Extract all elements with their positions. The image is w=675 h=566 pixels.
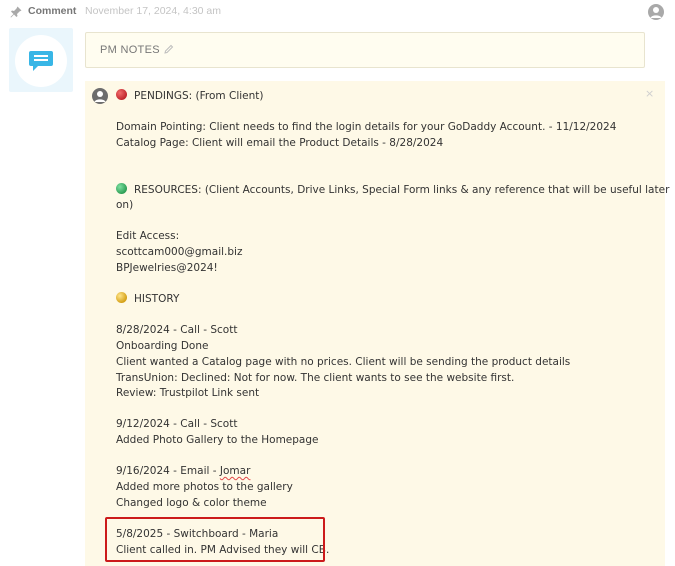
history-entry-line: Added more photos to the gallery xyxy=(116,481,293,493)
comment-header: Comment November 17, 2024, 4:30 am xyxy=(0,0,675,24)
history-entry-title: 8/28/2024 - Call - Scott xyxy=(116,324,238,336)
history-entry-line: Client wanted a Catalog page with no pri… xyxy=(116,356,571,368)
resources-heading: RESOURCES: (Client Accounts, Drive Links… xyxy=(116,183,669,196)
highlight-box xyxy=(105,517,325,562)
green-circle-icon xyxy=(116,183,127,194)
comment-date: November 17, 2024, 4:30 am xyxy=(85,5,221,17)
chat-bubble-icon xyxy=(29,51,53,71)
red-circle-icon xyxy=(116,89,127,100)
edit-access-email: scottcam000@gmail.biz xyxy=(116,246,243,258)
edit-access-password: BPJewelries@2024! xyxy=(116,262,218,274)
close-icon[interactable]: × xyxy=(645,87,654,100)
history-heading: HISTORY xyxy=(116,292,179,305)
comment-avatar xyxy=(9,28,73,92)
avatar-circle xyxy=(15,35,67,87)
note-body: × PENDINGS: (From Client) Domain Pointin… xyxy=(85,81,669,566)
history-entry-line: Review: Trustpilot Link sent xyxy=(116,387,260,399)
pencil-icon[interactable] xyxy=(164,44,174,54)
spellcheck-word: Jomar xyxy=(219,465,251,477)
history-entry-line: Changed logo & color theme xyxy=(116,497,267,509)
history-entry-title: 9/16/2024 - Email - Jomar xyxy=(116,465,251,477)
pending-item: Domain Pointing: Client needs to find th… xyxy=(116,121,617,133)
pendings-heading: PENDINGS: (From Client) xyxy=(116,89,263,102)
pin-icon[interactable] xyxy=(9,5,23,19)
yellow-circle-icon xyxy=(116,292,127,303)
history-entry-line: Onboarding Done xyxy=(116,340,209,352)
history-entry-line: TransUnion: Declined: Not for now. The c… xyxy=(116,372,515,384)
history-entry-line: Added Photo Gallery to the Homepage xyxy=(116,434,319,446)
pending-item: Catalog Page: Client will email the Prod… xyxy=(116,137,444,149)
edit-access-label: Edit Access: xyxy=(116,230,180,242)
resources-heading-cont: on) xyxy=(116,199,134,211)
note-author-icon xyxy=(92,88,108,104)
history-entry-title: 9/12/2024 - Call - Scott xyxy=(116,418,238,430)
pm-notes-label: PM NOTES xyxy=(100,44,160,56)
user-avatar-icon[interactable] xyxy=(648,4,664,20)
pm-notes-title[interactable]: PM NOTES xyxy=(85,32,645,68)
comment-type-label: Comment xyxy=(28,5,77,17)
